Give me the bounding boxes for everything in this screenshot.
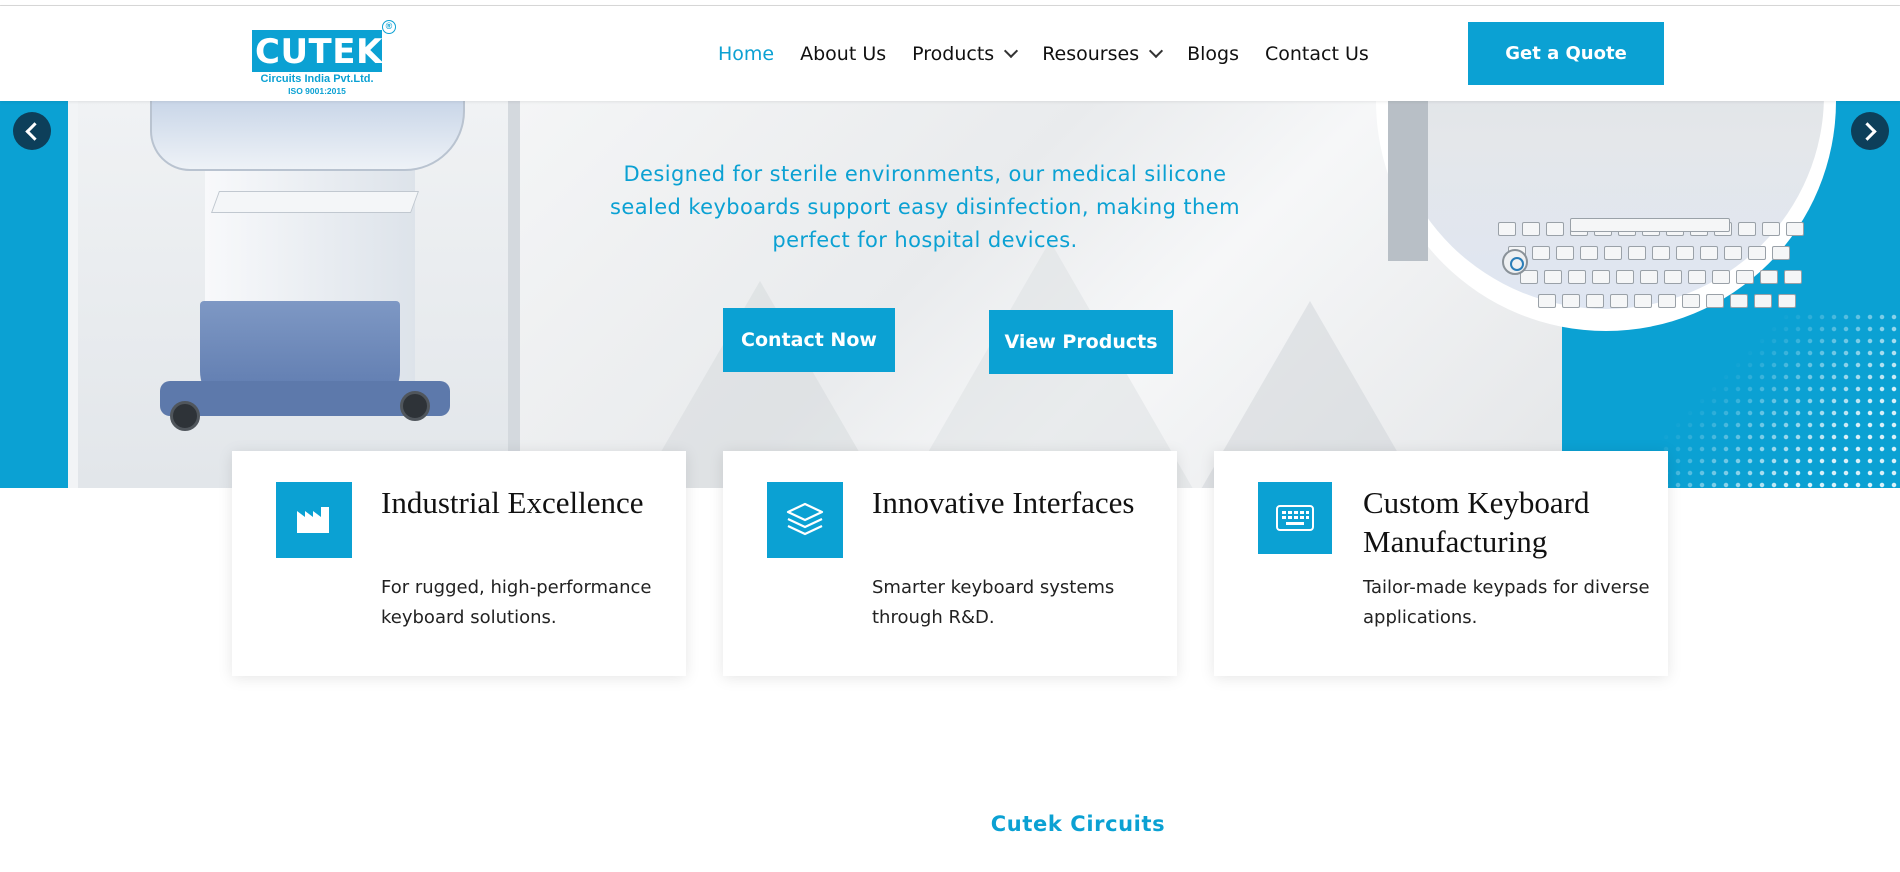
nav-item-label: About Us xyxy=(800,42,887,65)
keyboard-key xyxy=(1700,246,1718,260)
keyboard-key xyxy=(1754,294,1772,308)
device-console xyxy=(150,101,465,171)
keyboard-key xyxy=(1628,246,1646,260)
logo-iso: ISO 9001:2015 xyxy=(288,86,346,96)
device-wheel xyxy=(170,401,200,431)
keyboard-key xyxy=(1786,222,1804,236)
nav-item-contact-us[interactable]: Contact Us xyxy=(1265,43,1369,65)
keyboard-key xyxy=(1676,246,1694,260)
keyboard-key xyxy=(1604,246,1622,260)
feature-card: Custom Keyboard Manufacturing Tailor-mad… xyxy=(1214,451,1668,676)
keyboard-key xyxy=(1580,246,1598,260)
logo-wordmark: CUTEK xyxy=(255,32,383,72)
keyboard-key xyxy=(1724,246,1742,260)
nav-item-label: Resourses xyxy=(1042,42,1140,65)
keyboard-key xyxy=(1736,270,1754,284)
keyboard-key xyxy=(1738,222,1756,236)
section-label: Cutek Circuits xyxy=(990,812,1166,836)
keyboard-icon xyxy=(1258,482,1332,554)
keyboard-key xyxy=(1772,246,1790,260)
keyboard-key xyxy=(1760,270,1778,284)
keyboard-key xyxy=(1616,270,1634,284)
feature-title: Innovative Interfaces xyxy=(872,485,1135,520)
registered-mark: ® xyxy=(382,20,396,34)
keyboard-key xyxy=(1730,294,1748,308)
feature-title: Industrial Excellence xyxy=(381,485,644,520)
slider-next-arrow[interactable] xyxy=(1851,112,1889,150)
nav-item-label: Contact Us xyxy=(1265,42,1369,65)
feature-description: Tailor-made keypads for diverse applicat… xyxy=(1363,577,1650,628)
keyboard-key xyxy=(1688,270,1706,284)
keyboard-key xyxy=(1652,246,1670,260)
hero-left-panel-edge xyxy=(508,101,520,488)
keyboard-key xyxy=(1634,294,1652,308)
keyboard-key xyxy=(1682,294,1700,308)
keyboard-key xyxy=(1748,246,1766,260)
keyboard-key xyxy=(1538,294,1556,308)
keyboard-key xyxy=(1778,294,1796,308)
keyboard-housing xyxy=(1388,101,1428,261)
hero-left-strip xyxy=(68,101,78,488)
keyboard-key xyxy=(1658,294,1676,308)
keyboard-key xyxy=(1664,270,1682,284)
keyboard-key xyxy=(1568,270,1586,284)
slider-prev-arrow[interactable] xyxy=(13,112,51,150)
device-wheel xyxy=(400,391,430,421)
nav-item-blogs[interactable]: Blogs xyxy=(1187,43,1239,65)
feature-description: For rugged, high-performance keyboard so… xyxy=(381,577,652,628)
keyboard-key xyxy=(1556,246,1574,260)
keyboard-key xyxy=(1586,294,1604,308)
nav-item-label: Home xyxy=(718,42,775,65)
get-a-quote-button[interactable]: Get a Quote xyxy=(1468,22,1664,85)
keyboard-key xyxy=(1498,222,1516,236)
keyboard-spacebar xyxy=(1570,218,1730,232)
feature-card: Innovative Interfaces Smarter keyboard s… xyxy=(723,451,1177,676)
keyboard-key xyxy=(1544,270,1562,284)
dot-pattern xyxy=(1660,311,1900,488)
logo-subtitle: Circuits India Pvt.Ltd. xyxy=(260,73,374,85)
feature-card: Industrial Excellence For rugged, high-p… xyxy=(232,451,686,676)
chevron-down-icon xyxy=(1149,43,1164,58)
main-nav: Home About Us Products Resourses Blogs C… xyxy=(718,6,1395,101)
power-button-icon xyxy=(1502,249,1528,275)
logo-wordmark-box: CUTEK xyxy=(252,30,382,72)
keyboard-key xyxy=(1762,222,1780,236)
nav-item-home[interactable]: Home xyxy=(718,43,774,65)
contact-now-button[interactable]: Contact Now xyxy=(723,308,895,372)
keyboard-key xyxy=(1592,270,1610,284)
keyboard-key xyxy=(1706,294,1724,308)
keyboard-key xyxy=(1784,270,1802,284)
feature-title: Custom Keyboard Manufacturing xyxy=(1363,485,1590,559)
hero-description: Designed for sterile environments, our m… xyxy=(610,162,1240,252)
feature-description: Smarter keyboard systems through R&D. xyxy=(872,577,1115,628)
keyboard-key xyxy=(1532,246,1550,260)
keyboard-key xyxy=(1546,222,1564,236)
keyboard-key xyxy=(1562,294,1580,308)
nav-item-resourses[interactable]: Resourses xyxy=(1042,42,1164,65)
keyboard-key xyxy=(1640,270,1658,284)
device-shelf xyxy=(210,191,420,213)
company-logo[interactable]: CUTEK ® Circuits India Pvt.Ltd. ISO 9001… xyxy=(246,16,396,96)
chevron-down-icon xyxy=(1004,43,1019,58)
view-products-button[interactable]: View Products xyxy=(989,310,1173,374)
keyboard-key xyxy=(1522,222,1540,236)
nav-item-products[interactable]: Products xyxy=(912,42,1019,65)
layers-icon xyxy=(767,482,843,558)
keyboard-key xyxy=(1712,270,1730,284)
keyboard-key xyxy=(1610,294,1628,308)
factory-icon xyxy=(276,482,352,558)
nav-item-label: Blogs xyxy=(1187,42,1239,65)
nav-item-about-us[interactable]: About Us xyxy=(800,43,886,65)
nav-item-label: Products xyxy=(912,42,995,65)
site-header: CUTEK ® Circuits India Pvt.Ltd. ISO 9001… xyxy=(0,6,1900,101)
